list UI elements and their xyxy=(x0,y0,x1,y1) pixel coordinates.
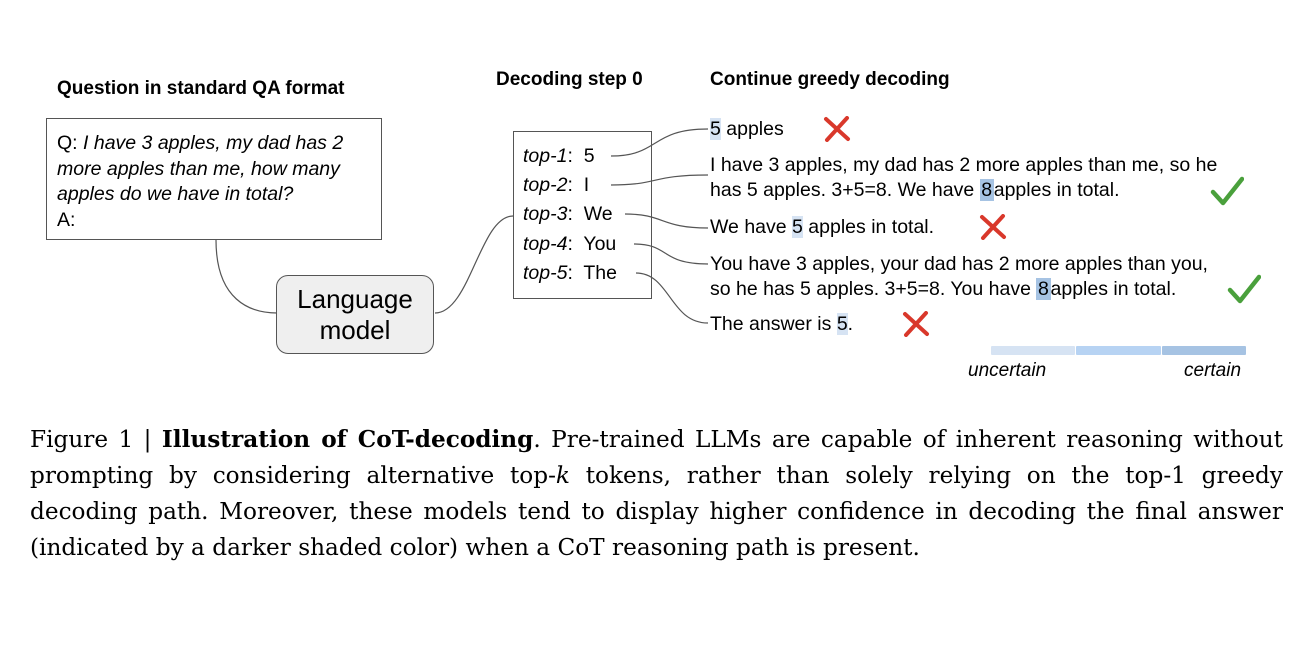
cross-icon xyxy=(824,116,850,142)
decoding-path-4: You have 3 apples, your dad has 2 more a… xyxy=(710,253,1208,300)
top-k-row: top-5: The xyxy=(523,261,617,284)
top-k-row: top-4: You xyxy=(523,232,617,255)
continue-decoding-heading: Continue greedy decoding xyxy=(710,69,950,90)
check-icon xyxy=(1210,176,1244,206)
figure-number: Figure 1 | xyxy=(30,426,162,453)
top-k-token: You xyxy=(583,232,617,255)
language-model-line-2: model xyxy=(319,315,391,345)
figure-title: Illustration of CoT-decoding xyxy=(161,426,534,453)
top-k-row: top-1: 5 xyxy=(523,145,595,167)
figure-caption: Figure 1 | Illustration of CoT-decoding.… xyxy=(30,426,1283,561)
cross-icon xyxy=(980,214,1006,240)
answer-token: 5 xyxy=(792,216,803,238)
top-k-row: top-3: We xyxy=(523,203,613,226)
top-k-token: We xyxy=(583,203,613,226)
answer-token: 5 xyxy=(836,313,848,335)
question-heading: Question in standard QA format xyxy=(57,78,345,99)
decoding-path-5: The answer is 5. xyxy=(710,313,854,335)
top-k-token: I xyxy=(583,174,590,197)
legend-swatch-high xyxy=(1161,346,1246,355)
question-line-2: more apples than me, how many xyxy=(57,157,340,180)
confidence-legend-bar xyxy=(991,346,1246,355)
question-line-3: apples do we have in total? xyxy=(57,183,294,205)
language-model-line-1: Language xyxy=(297,284,413,314)
cross-icon xyxy=(903,311,929,337)
top-k-row: top-2: I xyxy=(523,174,590,197)
check-icon xyxy=(1227,274,1261,304)
answer-token: 8 xyxy=(979,179,994,201)
answer-prefix: A: xyxy=(57,208,76,231)
top-k-box: top-1: 5 top-2: I top-3: We top-4: You t… xyxy=(513,131,652,299)
question-line-1: I have 3 apples, my dad has 2 xyxy=(83,132,344,154)
decoding-path-1: 5 apples xyxy=(710,118,784,140)
legend-swatch-mid xyxy=(1076,346,1161,355)
q-prefix: Q: xyxy=(57,132,84,154)
answer-token: 5 xyxy=(710,118,721,140)
legend-uncertain-label: uncertain xyxy=(968,360,1047,381)
decoding-path-3: We have 5 apples in total. xyxy=(710,216,935,238)
top-k-token: 5 xyxy=(583,145,595,167)
top-k-token: The xyxy=(583,261,617,284)
connector-model-to-topk xyxy=(434,215,514,314)
question-box: Q: I have 3 apples, my dad has 2 more ap… xyxy=(46,118,382,240)
legend-certain-label: certain xyxy=(1184,360,1242,381)
language-model-box: Language model xyxy=(276,275,434,354)
legend-swatch-low xyxy=(991,346,1076,355)
decoding-step-heading: Decoding step 0 xyxy=(496,69,643,90)
connector-question-to-model xyxy=(215,239,278,314)
answer-token: 8 xyxy=(1036,278,1051,300)
decoding-path-2: I have 3 apples, my dad has 2 more apple… xyxy=(710,154,1218,201)
